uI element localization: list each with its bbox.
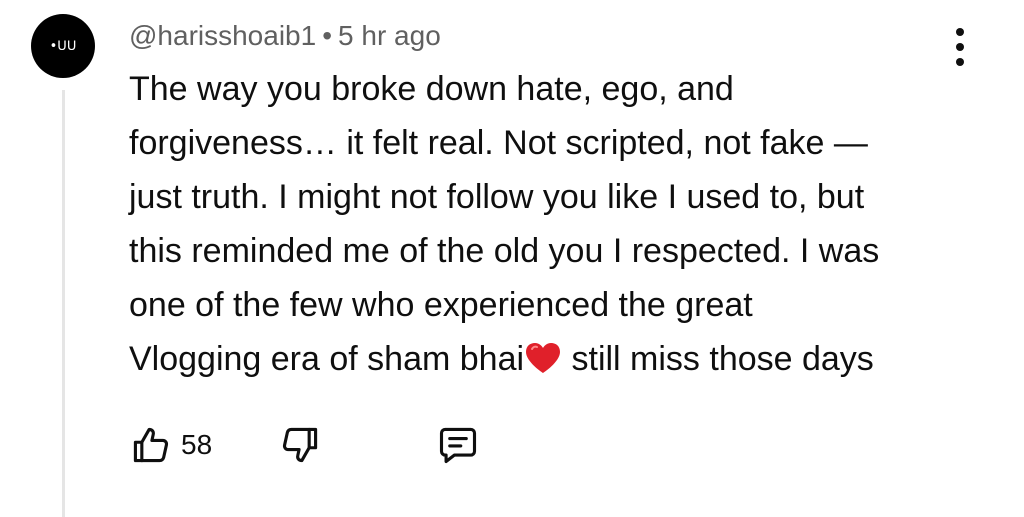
thumbs-down-icon	[283, 427, 318, 463]
comment-reply-icon	[440, 427, 477, 464]
reply-button[interactable]	[436, 423, 480, 467]
comment-line-after-emoji: still miss those days	[562, 340, 874, 378]
comment-header: @harisshoaib1 • 5 hr ago	[129, 18, 441, 54]
comment-line: forgiveness… it felt real. Not scripted,…	[129, 124, 868, 162]
comment-item: •ᑌᑌ @harisshoaib1 • 5 hr ago The way you b…	[0, 0, 1024, 517]
comment-line: The way you broke down hate, ego, and	[129, 70, 734, 108]
like-count: 58	[181, 429, 213, 460]
comment-line-before-emoji: Vlogging era of sham bhai	[129, 340, 525, 378]
dislike-button[interactable]	[278, 423, 322, 467]
comment-line-last: Vlogging era of sham bhai still miss tho…	[129, 332, 969, 386]
comment-line: just truth. I might not follow you like …	[129, 178, 865, 216]
avatar-logo: •ᑌᑌ	[49, 38, 77, 54]
comment-line: one of the few who experienced the great	[129, 286, 753, 324]
more-dot	[956, 43, 964, 51]
comment-text: The way you broke down hate, ego, and fo…	[129, 62, 969, 386]
avatar[interactable]: •ᑌᑌ	[31, 14, 95, 78]
like-button[interactable]: 58	[129, 423, 212, 467]
comment-actions: 58	[129, 420, 480, 470]
more-options-button[interactable]	[944, 28, 976, 66]
thread-line	[62, 90, 65, 517]
header-separator: •	[322, 20, 333, 51]
timestamp[interactable]: 5 hr ago	[338, 20, 441, 51]
username[interactable]: @harisshoaib1	[129, 20, 316, 51]
comment-line: this reminded me of the old you I respec…	[129, 232, 880, 270]
red-heart-emoji-icon	[526, 343, 561, 373]
thumbs-up-icon	[133, 427, 169, 463]
more-dot	[956, 28, 964, 36]
